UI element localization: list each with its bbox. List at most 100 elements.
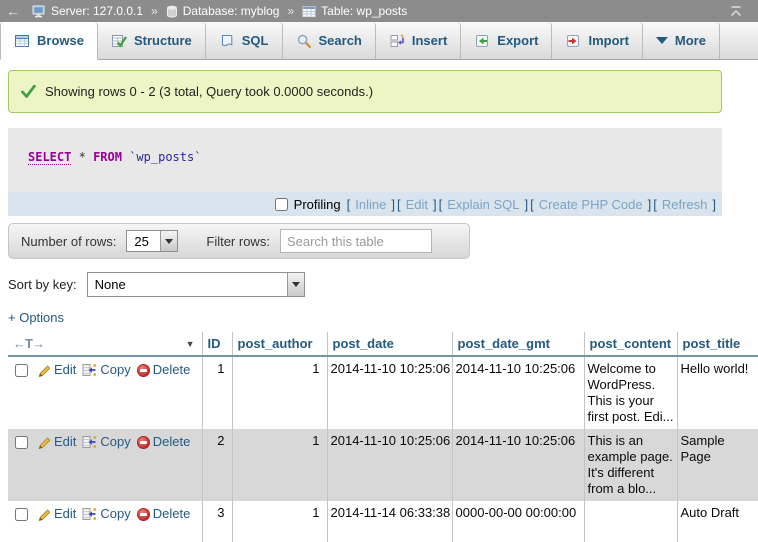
copy-action[interactable]: Copy [82,506,130,522]
breadcrumb: Server: 127.0.0.1 » Database: myblog » T… [32,4,407,18]
header-actions: ←T→ ▼ [8,332,202,356]
delete-icon [137,364,150,377]
edit-query-link[interactable]: Edit [406,197,428,212]
tab-structure[interactable]: Structure [98,22,206,60]
bracket: [ [439,197,443,212]
collapse-top-icon[interactable] [728,5,744,18]
delete-icon [137,436,150,449]
bracket: [ [397,197,401,212]
header-id[interactable]: ID [202,332,232,356]
sql-identifier: `wp_posts` [129,150,201,164]
copy-action[interactable]: Copy [82,434,130,450]
tab-label: SQL [242,33,269,48]
create-php-code-link[interactable]: Create PHP Code [539,197,643,212]
copy-label: Copy [100,362,130,378]
breadcrumb-server[interactable]: Server: 127.0.0.1 [51,4,143,18]
row-actions-cell: Edit Copy Delete [8,356,202,429]
search-icon [296,33,312,49]
explain-sql-link[interactable]: Explain SQL [447,197,519,212]
bracket: [ [530,197,534,212]
copy-label: Copy [100,434,130,450]
refresh-link[interactable]: Refresh [662,197,708,212]
delete-action[interactable]: Delete [137,434,191,450]
copy-action[interactable]: Copy [82,362,130,378]
tab-label: Import [588,33,628,48]
sql-star: * [79,150,86,164]
edit-label: Edit [54,506,76,522]
query-actions-bar: Profiling [Inline] [Edit] [Explain SQL] … [8,192,722,216]
delete-action[interactable]: Delete [137,506,191,522]
cell-post-date-gmt: 2014-11-10 10:25:06 [452,429,584,501]
tab-insert[interactable]: Insert [376,22,461,60]
row-checkbox[interactable] [15,436,28,449]
cell-post-title: Hello world! [677,356,758,429]
row-checkbox[interactable] [15,508,28,521]
profiling-checkbox[interactable] [275,198,288,211]
bracket: ] [525,197,529,212]
cell-id: 1 [202,356,232,429]
tab-label: Export [497,33,538,48]
edit-action[interactable]: Edit [37,434,76,450]
delete-action[interactable]: Delete [137,362,191,378]
copy-icon [82,507,97,521]
bracket: ] [712,197,716,212]
sort-by-key-label: Sort by key: [8,277,77,292]
bracket: ] [433,197,437,212]
cell-post-date-gmt: 0000-00-00 00:00:00 [452,501,584,542]
status-message: Showing rows 0 - 2 (3 total, Query took … [8,70,722,113]
tab-browse[interactable]: Browse [0,22,98,60]
copy-label: Copy [100,506,130,522]
sort-key-select[interactable]: None [87,272,305,297]
insert-icon [389,33,405,49]
filter-rows-input[interactable] [280,229,432,253]
breadcrumb-bar: ← Server: 127.0.0.1 » Database: myblog »… [0,0,758,22]
copy-icon [82,363,97,377]
edit-action[interactable]: Edit [37,506,76,522]
cell-post-content [584,501,677,542]
header-post-date[interactable]: post_date [327,332,452,356]
header-post-date-gmt[interactable]: post_date_gmt [452,332,584,356]
export-icon [474,33,490,49]
delete-label: Delete [153,506,191,522]
success-check-icon [21,85,36,98]
sort-key-value: None [88,273,287,296]
header-post-author[interactable]: post_author [232,332,327,356]
pencil-icon [37,435,51,449]
edit-label: Edit [54,362,76,378]
select-arrow-icon [287,273,304,296]
cell-post-author: 1 [232,429,327,501]
tab-sql[interactable]: SQL [206,22,283,60]
tab-export[interactable]: Export [461,22,552,60]
cell-post-date: 2014-11-10 10:25:06 [327,429,452,501]
table-icon [302,5,316,18]
cell-post-author: 1 [232,356,327,429]
row-actions-cell: Edit Copy Delete [8,429,202,501]
structure-icon [111,33,127,49]
back-arrow-icon[interactable]: ← [6,3,32,19]
table-header-row: ←T→ ▼ ID post_author post_date post_date… [8,332,758,356]
breadcrumb-database[interactable]: Database: myblog [183,4,280,18]
row-checkbox[interactable] [15,364,28,377]
tab-import[interactable]: Import [552,22,642,60]
chevron-down-icon [656,37,668,44]
header-post-title[interactable]: post_title [677,332,758,356]
options-toggle[interactable]: + Options [8,310,758,325]
cell-post-date: 2014-11-10 10:25:06 [327,356,452,429]
filter-rows-label: Filter rows: [206,234,270,249]
header-post-content[interactable]: post_content [584,332,677,356]
cell-id: 2 [202,429,232,501]
sort-row: Sort by key: None [8,272,758,297]
tab-more[interactable]: More [643,22,720,60]
sql-keyword-select[interactable]: SELECT [28,150,71,165]
rows-count-select[interactable]: 25 [126,230,178,252]
breadcrumb-table[interactable]: Table: wp_posts [321,4,407,18]
edit-action[interactable]: Edit [37,362,76,378]
inline-link[interactable]: Inline [355,197,386,212]
cell-post-date: 2014-11-14 06:33:38 [327,501,452,542]
swap-axis-control[interactable]: ←T→ [13,336,44,351]
tab-search[interactable]: Search [283,22,376,60]
tab-label: Browse [37,33,84,48]
bracket: [ [347,197,351,212]
table-row: Edit Copy Delete 2 1 2014-11-10 10:25:06… [8,429,758,501]
sql-keyword-from: FROM [93,150,122,164]
